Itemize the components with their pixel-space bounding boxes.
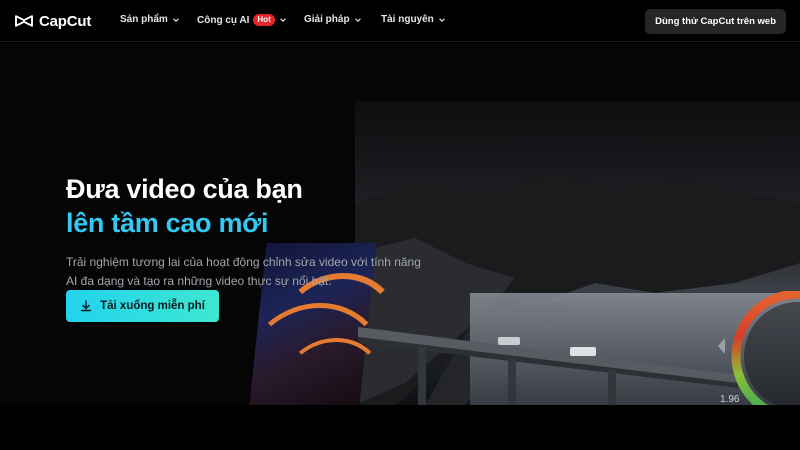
top-navbar: CapCut Sản phẩm Công cụ AI Hot Giải pháp… bbox=[0, 0, 800, 42]
capcut-logo-icon bbox=[15, 15, 33, 27]
nav-item-tai-nguyen[interactable]: Tài nguyên bbox=[381, 14, 446, 25]
value-readout: 1.96 bbox=[720, 394, 740, 405]
brand-name: CapCut bbox=[39, 12, 92, 30]
hero-description: Trải nghiệm tương lai của hoạt động chỉn… bbox=[66, 255, 421, 288]
hero-section: Đưa video của bạn lên tầm cao mới Trải n… bbox=[0, 43, 800, 405]
nav-item-label: Sản phẩm bbox=[120, 14, 168, 25]
hero-title-line2: lên tầm cao mới bbox=[66, 208, 269, 238]
nav-item-label: Công cụ AI bbox=[197, 14, 250, 26]
chevron-down-icon bbox=[354, 17, 361, 22]
nav-item-cong-cu-ai[interactable]: Công cụ AI Hot bbox=[197, 14, 287, 26]
nav-item-giai-phap[interactable]: Giải pháp bbox=[304, 14, 362, 25]
chevron-down-icon bbox=[438, 17, 445, 22]
download-button-label: Tải xuống miễn phí bbox=[100, 300, 205, 312]
capcut-logo[interactable]: CapCut bbox=[14, 11, 91, 31]
download-icon bbox=[80, 300, 92, 312]
download-free-button[interactable]: Tải xuống miễn phí bbox=[66, 290, 219, 322]
nav-item-label: Giải pháp bbox=[304, 14, 350, 25]
hero-title-line1: Đưa video của bạn bbox=[66, 174, 303, 204]
color-wheel-icon bbox=[718, 291, 800, 405]
chevron-down-icon bbox=[279, 18, 286, 23]
nav-item-san-pham[interactable]: Sản phẩm bbox=[120, 14, 180, 25]
bridge-image bbox=[358, 327, 738, 405]
page-bottom-area bbox=[0, 405, 800, 450]
nav-item-label: Tài nguyên bbox=[381, 14, 434, 25]
try-web-button[interactable]: Dùng thử CapCut trên web bbox=[645, 9, 786, 34]
chevron-down-icon bbox=[172, 17, 179, 22]
hot-badge: Hot bbox=[253, 14, 275, 26]
